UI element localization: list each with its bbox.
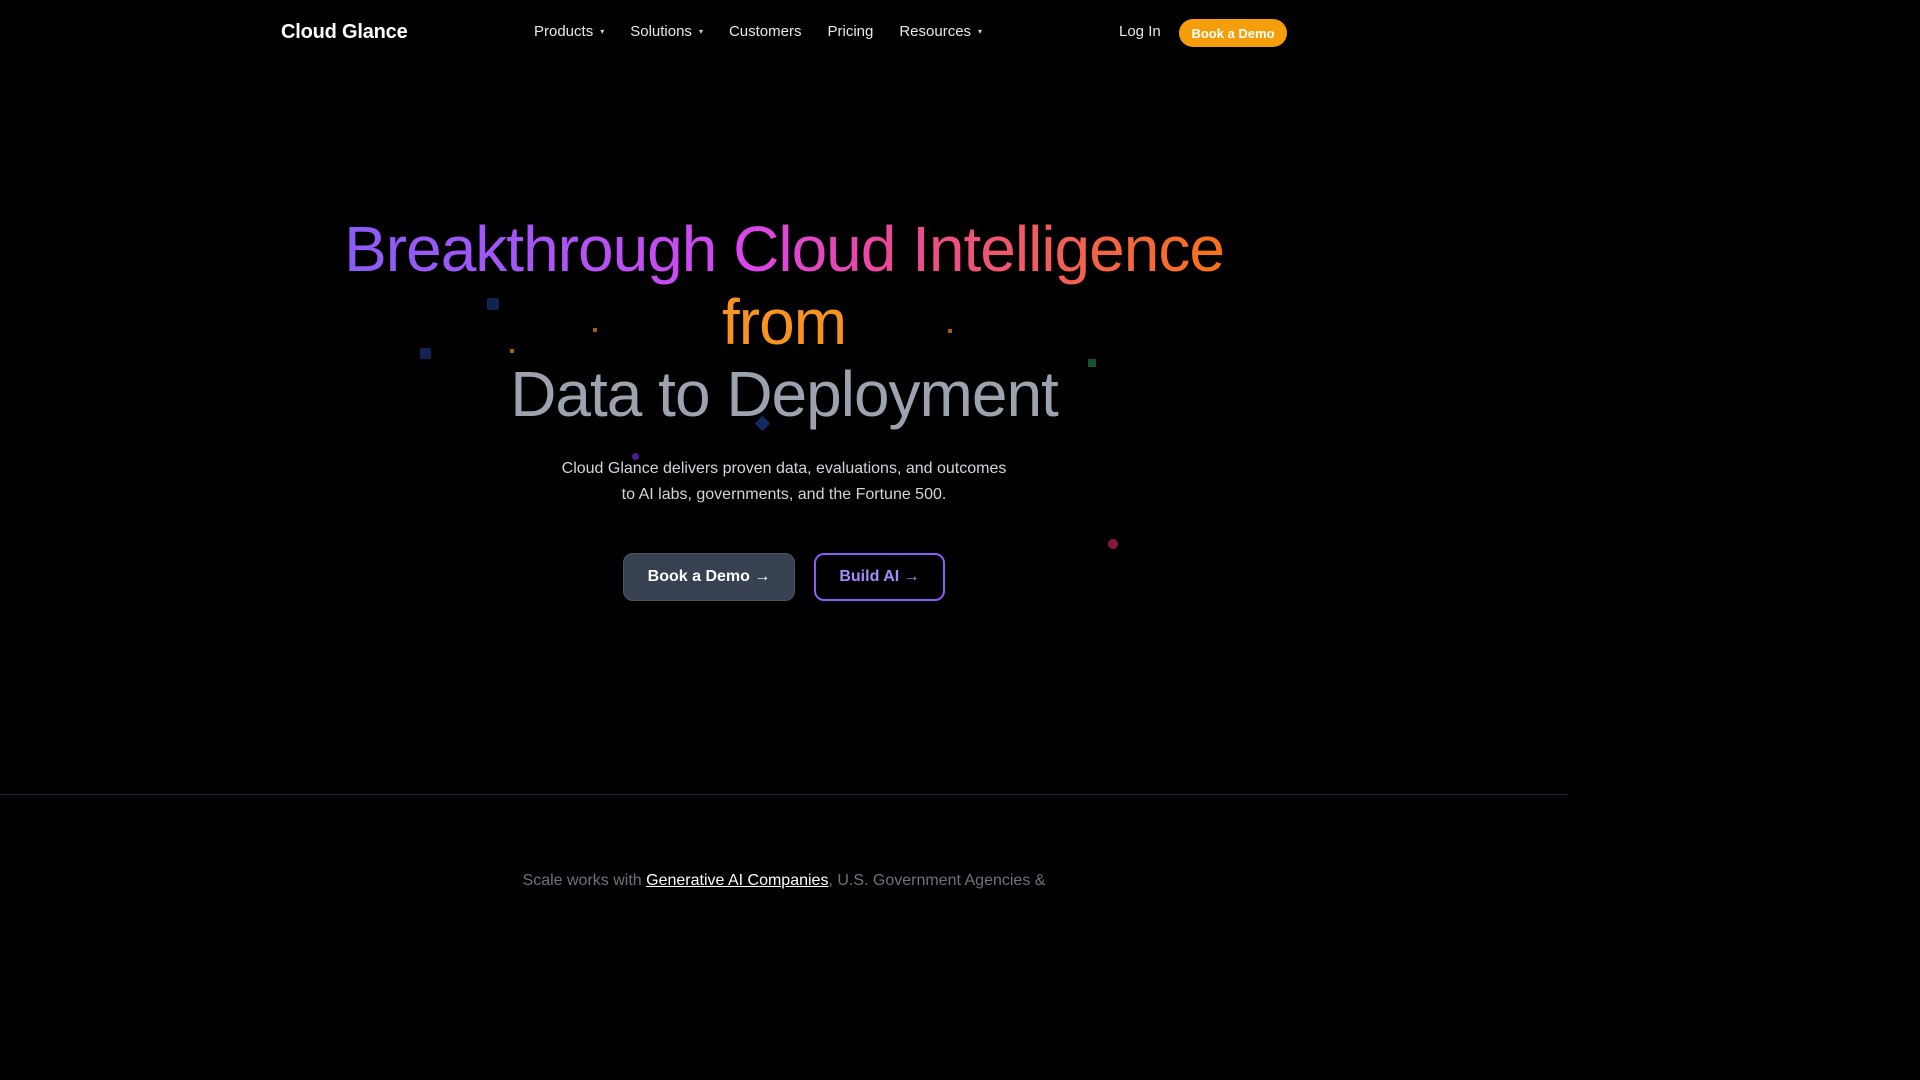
build-ai-button[interactable]: Build AI → (814, 553, 945, 601)
nav-item-label: Solutions (630, 23, 692, 40)
nav-item-products[interactable]: Products ▾ (534, 23, 604, 40)
trust-statement: Scale works with Generative AI Companies… (0, 872, 1568, 890)
nav-item-label: Resources (899, 23, 972, 40)
nav-item-pricing[interactable]: Pricing (827, 23, 873, 40)
chevron-down-icon: ▾ (698, 27, 703, 36)
hero-cta-group: Book a Demo → Build AI → (623, 553, 945, 601)
hero-heading: Breakthrough Cloud Intelligence from Dat… (0, 212, 1568, 430)
hero-subtitle-line1: Cloud Glance delivers proven data, evalu… (561, 460, 1007, 477)
hero-subtitle-line2: to AI labs, governments, and the Fortune… (621, 486, 947, 503)
top-nav: Cloud Glance Products ▾ Solutions ▾ Cust… (0, 0, 1568, 66)
trust-suffix: , U.S. Government Agencies & (828, 872, 1046, 889)
brand-logo[interactable]: Cloud Glance (281, 21, 408, 44)
chevron-down-icon: ▾ (600, 27, 605, 36)
login-link[interactable]: Log In (1119, 23, 1161, 40)
nav-item-customers[interactable]: Customers (729, 23, 802, 40)
main-menu: Products ▾ Solutions ▾ Customers Pricing… (534, 23, 1008, 40)
hero-title-line2: from (722, 286, 847, 358)
hero-subtitle: Cloud Glance delivers proven data, evalu… (0, 456, 1568, 508)
nav-item-solutions[interactable]: Solutions ▾ (630, 23, 703, 40)
book-demo-nav-button[interactable]: Book a Demo (1179, 19, 1287, 47)
hero-title-line1: Breakthrough Cloud Intelligence (344, 213, 1225, 285)
particle-decoration (1108, 539, 1118, 549)
landing-page: Cloud Glance Products ▾ Solutions ▾ Cust… (0, 0, 1568, 889)
hero-title-line3: Data to Deployment (510, 358, 1059, 430)
nav-item-label: Customers (728, 23, 802, 40)
section-divider (0, 794, 1568, 795)
nav-item-label: Pricing (827, 23, 874, 40)
trust-prefix: Scale works with (522, 872, 647, 889)
trust-highlight-link[interactable]: Generative AI Companies (646, 872, 828, 889)
nav-item-label: Products (534, 23, 594, 40)
book-demo-button[interactable]: Book a Demo → (623, 553, 795, 601)
nav-item-resources[interactable]: Resources ▾ (899, 23, 982, 40)
chevron-down-icon: ▾ (978, 27, 983, 36)
